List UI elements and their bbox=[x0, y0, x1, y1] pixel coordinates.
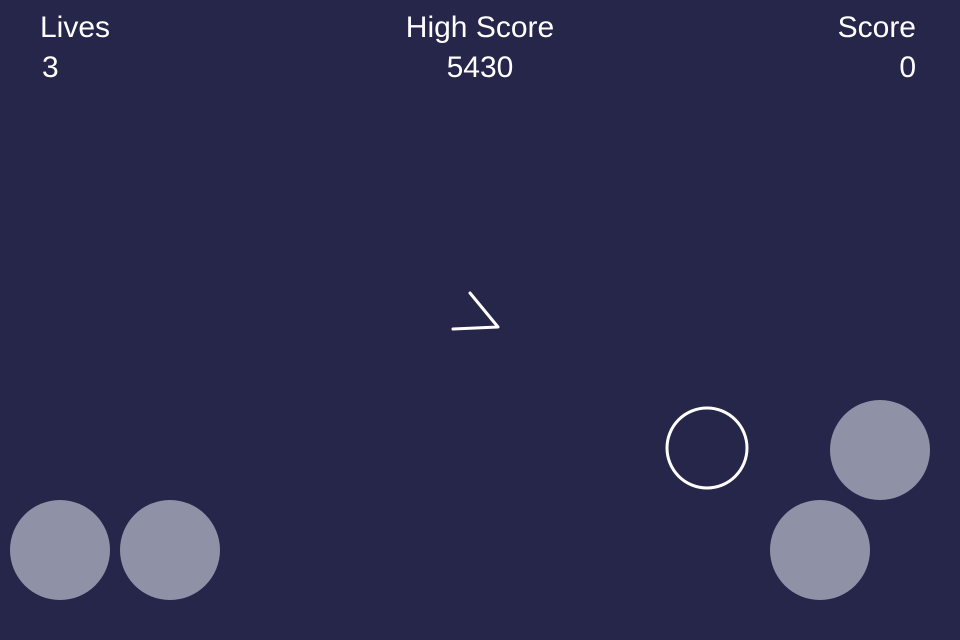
thrust-button[interactable] bbox=[830, 400, 930, 500]
rotate-left-button[interactable] bbox=[10, 500, 110, 600]
game-screen[interactable]: Lives 3 High Score 5430 Score 0 bbox=[0, 0, 960, 640]
fire-button[interactable] bbox=[770, 500, 870, 600]
rotate-right-button[interactable] bbox=[120, 500, 220, 600]
player-ship-icon bbox=[451, 291, 500, 331]
asteroid-outline bbox=[665, 406, 749, 490]
